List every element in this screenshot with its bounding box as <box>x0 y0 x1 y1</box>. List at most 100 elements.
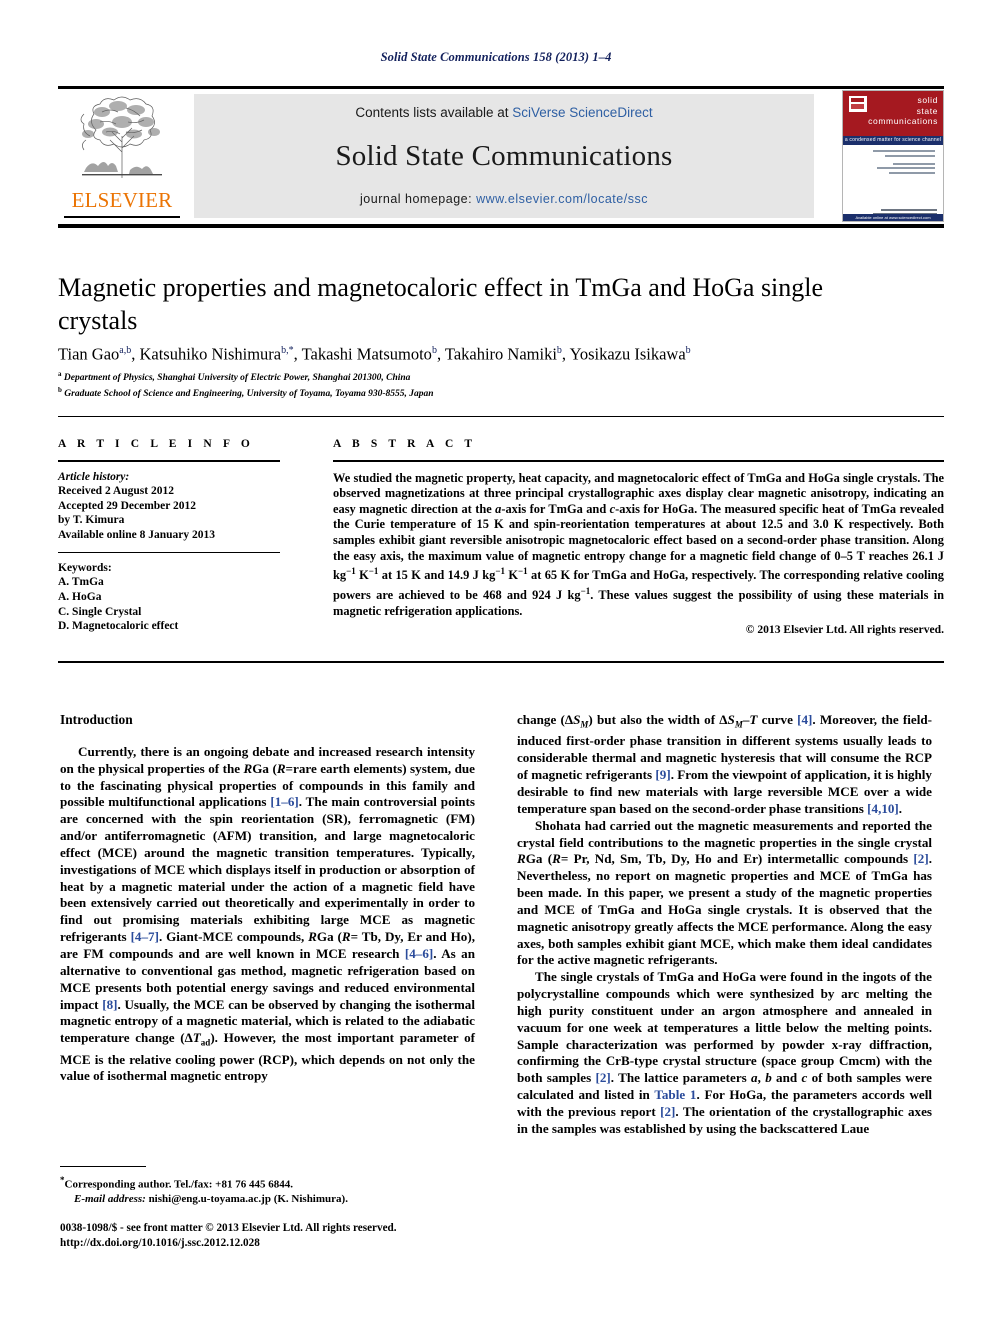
article-info-column: A R T I C L E I N F O Article history: R… <box>58 438 280 634</box>
citation-link[interactable]: [4] <box>797 712 812 727</box>
email-note: E-mail address: nishi@eng.u-toyama.ac.jp… <box>60 1192 480 1206</box>
text-seg: = Pr, Nd, Sm, Tb, Dy, Ho and Er) interme… <box>560 851 914 867</box>
section-title-introduction: Introduction <box>60 712 133 727</box>
text-seg: Ga ( <box>525 851 553 867</box>
cover-subtitle: a condensed matter for science channel <box>844 136 942 143</box>
citation-link[interactable]: [4–6] <box>405 946 433 961</box>
abstract-heading: A B S T R A C T <box>333 438 477 450</box>
elsevier-logo: ELSEVIER <box>58 92 184 222</box>
citation-link[interactable]: [4–7] <box>131 929 159 944</box>
contents-available-line: Contents lists available at SciVerse Sci… <box>194 105 814 120</box>
article-history-item: by T. Kimura <box>58 514 125 527</box>
article-history: Article history: Received 2 August 2012 … <box>58 470 280 543</box>
journal-title: Solid State Communications <box>335 140 673 172</box>
affiliation-text: Graduate School of Science and Engineeri… <box>64 388 434 399</box>
abstract-unit: −1 <box>517 566 528 577</box>
keywords-rule <box>58 551 280 553</box>
masthead-top-rule <box>58 86 944 89</box>
author-name[interactable]: Takahiro Namiki <box>445 345 557 364</box>
contents-prefix: Contents lists available at <box>355 105 513 120</box>
paragraph: Currently, there is an ongoing debate an… <box>60 744 475 1085</box>
text-seg: Shohata had carried out the magnetic mea… <box>517 817 932 850</box>
author-marks: b <box>685 345 691 356</box>
text-seg: Ga ( <box>252 760 277 776</box>
doi-link[interactable]: http://dx.doi.org/10.1016/j.ssc.2012.12.… <box>60 1236 530 1251</box>
citation-link[interactable]: [4,10] <box>867 801 899 816</box>
italic-R: R <box>552 851 561 867</box>
author-name[interactable]: Takashi Matsumoto <box>302 345 432 364</box>
italic-R: R <box>341 929 351 945</box>
italic-R: R <box>276 760 286 776</box>
abstract-seg: -axis for TmGa and <box>501 501 610 516</box>
cover-footer-text: Available online at www.sciencedirect.co… <box>855 215 931 220</box>
text-seg: ) but also the width of Δ <box>588 712 728 727</box>
citation-link[interactable]: [2] <box>660 1104 675 1119</box>
email-label: E-mail address: <box>74 1192 146 1205</box>
abstract-seg: K <box>355 568 369 583</box>
text-seg: . <box>898 800 903 816</box>
corresponding-author-text: Corresponding author. Tel./fax: +81 76 4… <box>64 1178 293 1191</box>
email-address[interactable]: nishi@eng.u-toyama.ac.jp (K. Nishimura). <box>146 1193 348 1205</box>
journal-homepage-link[interactable]: www.elsevier.com/locate/ssc <box>476 192 648 206</box>
abstract-unit: −1 <box>346 566 356 577</box>
table-link[interactable]: Table 1 <box>654 1087 696 1102</box>
abstract-unit: −1 <box>368 566 379 577</box>
article-info-rule <box>58 460 280 462</box>
author-marks: b <box>431 345 437 356</box>
journal-masthead: ELSEVIER Contents lists available at Sci… <box>58 90 944 222</box>
paragraph: change (ΔSM) but also the width of ΔSM–T… <box>517 712 932 818</box>
corresponding-author-note: *Corresponding author. Tel./fax: +81 76 … <box>60 1173 480 1192</box>
article-history-item: Received 2 August 2012 <box>58 485 174 498</box>
cover-title: solid state communications <box>864 95 938 127</box>
text-seg: curve <box>757 712 798 727</box>
italic-T: T <box>192 1030 201 1046</box>
article-info-heading: A R T I C L E I N F O <box>58 438 254 450</box>
affiliation-mark: a <box>58 370 62 378</box>
abstract-rule <box>333 460 944 462</box>
elsevier-underline <box>64 216 180 218</box>
author-name[interactable]: Tian Gao <box>58 345 119 364</box>
abstract-column: A B S T R A C T We studied the magnetic … <box>333 438 944 636</box>
affiliation-b: b Graduate School of Science and Enginee… <box>58 385 758 401</box>
citation-link[interactable]: [9] <box>655 767 670 782</box>
journal-article-page: Solid State Communications 158 (2013) 1–… <box>0 0 992 1323</box>
author-name[interactable]: Katsuhiko Nishimura <box>139 345 281 364</box>
article-history-label: Article history: <box>58 470 130 483</box>
abstract-unit: −1 <box>495 566 505 577</box>
journal-homepage-line: journal homepage: www.elsevier.com/locat… <box>194 192 814 206</box>
info-section-top-rule <box>58 416 944 417</box>
page-title: Magnetic properties and magnetocaloric e… <box>58 273 824 335</box>
footnote-block: *Corresponding author. Tel./fax: +81 76 … <box>60 1173 480 1206</box>
citation-link[interactable]: [2] <box>595 1070 610 1085</box>
abstract-seg: K <box>504 568 518 583</box>
imprint-block: 0038-1098/$ - see front matter © 2013 El… <box>60 1221 530 1250</box>
italic-S: S <box>727 712 735 727</box>
text-seg: . Giant-MCE compounds, <box>158 929 309 945</box>
homepage-prefix: journal homepage: <box>360 192 477 206</box>
article-history-item: Accepted 29 December 2012 <box>58 499 197 512</box>
keyword-item: A. HoGa <box>58 590 102 603</box>
abstract-unit: −1 <box>580 585 591 596</box>
masthead-bottom-rule <box>58 224 944 228</box>
affiliation-a: a Department of Physics, Shanghai Univer… <box>58 369 758 385</box>
italic-R: R <box>517 851 526 867</box>
citation-link[interactable]: [2] <box>913 851 928 866</box>
affiliation-mark: b <box>58 385 62 394</box>
author-marks: b <box>556 345 562 356</box>
author-name[interactable]: Yosikazu Isikawa <box>570 345 686 364</box>
italic-R: R <box>308 929 317 945</box>
citation-link[interactable]: [1–6] <box>270 794 298 809</box>
abstract-copyright: © 2013 Elsevier Ltd. All rights reserved… <box>745 623 944 637</box>
sciencedirect-link[interactable]: SciVerse ScienceDirect <box>512 105 652 120</box>
text-seg: The single crystals of TmGa and HoGa wer… <box>517 969 932 1086</box>
citation-link[interactable]: [8] <box>102 997 117 1012</box>
subscript-M: M <box>734 719 743 730</box>
author-marks: a,b <box>119 345 132 356</box>
abstract-text: We studied the magnetic property, heat c… <box>333 471 944 620</box>
affiliation-text: Department of Physics, Shanghai Universi… <box>63 373 411 384</box>
text-seg: . The main controversial points are conc… <box>60 794 476 945</box>
text-seg: . Nevertheless, no report on magnetic pr… <box>517 851 932 968</box>
journal-cover-thumbnail[interactable]: solid state communications a condensed m… <box>842 90 944 222</box>
text-seg: Ga ( <box>316 929 342 945</box>
body-column-right: change (ΔSM) but also the width of ΔSM–T… <box>517 712 932 1138</box>
